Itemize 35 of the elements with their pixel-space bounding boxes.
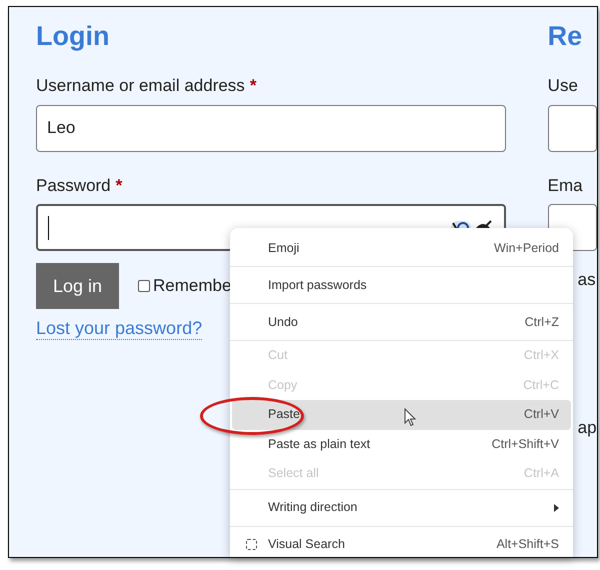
mouse-cursor-icon <box>404 408 416 426</box>
field-label: Password <box>36 174 111 196</box>
required-mark: * <box>116 174 122 196</box>
menu-item[interactable]: Undo Ctrl+Z <box>232 304 571 340</box>
menu-item[interactable]: Emoji Win+Period <box>232 230 571 266</box>
field-label: Ema <box>548 174 583 196</box>
menu-item[interactable]: Paste Ctrl+V <box>232 400 571 430</box>
menu-item[interactable]: Import passwords <box>232 267 571 303</box>
field-label: Use <box>548 75 578 97</box>
username-field[interactable]: Leo <box>36 104 506 152</box>
menu-item[interactable]: Writing direction <box>232 490 571 526</box>
input-field[interactable] <box>548 104 597 152</box>
field-label: ap <box>578 416 597 438</box>
visual-search-icon <box>246 539 257 550</box>
menu-item[interactable]: Visual Search Alt+Shift+S <box>232 526 571 562</box>
shortcut-text: Win+Period <box>494 240 559 257</box>
login-button[interactable]: Log in <box>36 263 119 309</box>
shortcut-text: Ctrl+V <box>524 406 559 424</box>
remember-checkbox[interactable] <box>138 280 150 292</box>
required-mark: * <box>250 75 256 97</box>
submenu-arrow-icon <box>554 504 559 512</box>
shortcut-text: Ctrl+A <box>524 465 559 482</box>
shortcut-text: Alt+Shift+S <box>496 536 559 554</box>
text-cursor <box>48 216 49 240</box>
shortcut-text: Ctrl+Z <box>524 314 559 331</box>
shortcut-text: Ctrl+Shift+V <box>492 436 559 453</box>
lost-password-link[interactable]: Lost your password? <box>36 317 202 340</box>
field-label: as <box>578 269 596 291</box>
checkbox-label: Remembe <box>153 275 232 298</box>
field-label: Username or email address <box>36 75 245 97</box>
form-title: Re <box>548 20 582 53</box>
shortcut-text: Ctrl+C <box>523 376 559 394</box>
shortcut-text: Ctrl+X <box>524 347 559 364</box>
form-title: Login <box>36 20 110 53</box>
menu-item[interactable]: Paste as plain text Ctrl+Shift+V <box>232 430 571 459</box>
